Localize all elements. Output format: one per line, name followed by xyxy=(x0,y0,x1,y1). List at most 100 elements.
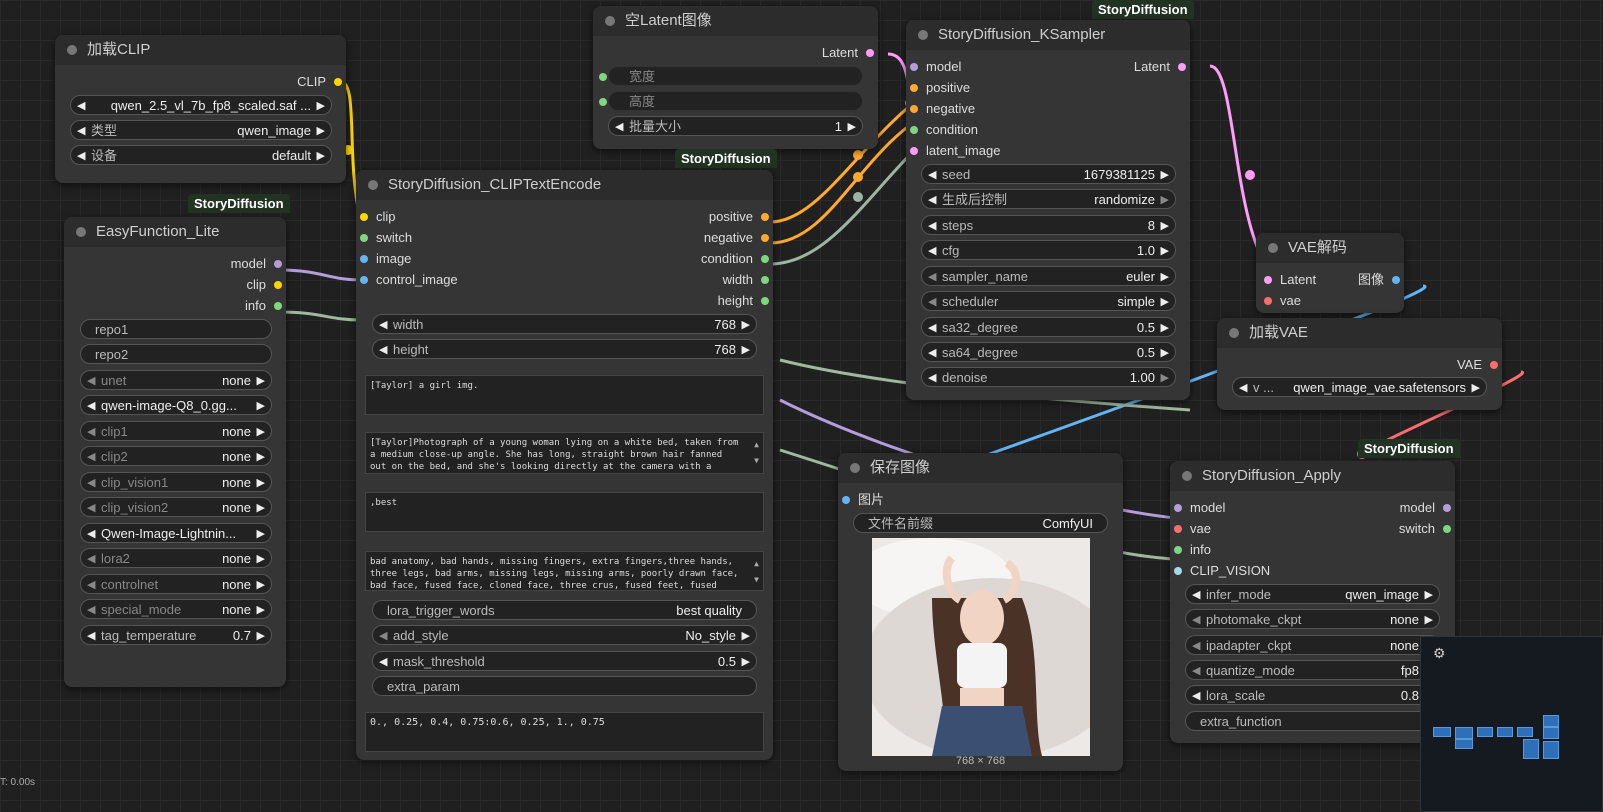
widget-lora2[interactable]: ◀ lora2 none ▶ xyxy=(80,548,272,568)
arrow-right-icon[interactable]: ▶ xyxy=(1425,585,1433,605)
input-positive[interactable]: positive xyxy=(906,79,970,97)
widget-photomake-ckpt[interactable]: ◀ photomake_ckpt none ▶ xyxy=(1185,609,1440,629)
node-save-image[interactable]: 保存图像 图片 文件名前缀 ComfyUI 768 × 768 xyxy=(838,453,1123,771)
node-title[interactable]: 空Latent图像 xyxy=(593,6,878,36)
widget-ipadapter-ckpt[interactable]: ◀ipadapter_ckptnone▶ xyxy=(1185,635,1440,655)
node-title[interactable]: EasyFunction_Lite xyxy=(64,217,286,247)
widget-lora-scale[interactable]: ◀lora_scale0.8▶ xyxy=(1185,685,1440,705)
node-apply[interactable]: StoryDiffusion_Apply model vae info CLIP… xyxy=(1170,461,1455,743)
output-clip[interactable]: clip xyxy=(166,276,286,294)
arrow-right-icon[interactable]: ▶ xyxy=(1161,165,1169,185)
socket-dot-icon[interactable] xyxy=(1174,567,1182,575)
widget-width[interactable]: ◀ width 768 ▶ xyxy=(372,314,757,334)
arrow-left-icon[interactable]: ◀ xyxy=(379,652,387,672)
arrow-left-icon[interactable]: ◀ xyxy=(928,343,936,363)
socket-dot-icon[interactable] xyxy=(360,234,368,242)
arrow-right-icon[interactable]: ▶ xyxy=(257,396,265,416)
widget-vae-name[interactable]: ◀ v ... qwen_image_vae.safetensors ▶ xyxy=(1232,377,1487,397)
node-vae-decode[interactable]: VAE解码 Latent vae 图像 xyxy=(1256,233,1404,313)
collapse-dot-icon[interactable] xyxy=(918,30,928,40)
output-positive[interactable]: positive xyxy=(633,208,773,226)
arrow-right-icon[interactable]: ▶ xyxy=(1161,368,1169,388)
arrow-right-icon[interactable]: ▶ xyxy=(1161,267,1169,287)
socket-dot-icon[interactable] xyxy=(761,276,769,284)
widget-type[interactable]: ◀ 类型 qwen_image ▶ xyxy=(70,120,332,140)
node-title[interactable]: StoryDiffusion_Apply xyxy=(1170,461,1455,491)
widget-control-after-generate[interactable]: ◀ 生成后控制 randomize ▶ xyxy=(921,189,1176,209)
widget-clip-vision2[interactable]: ◀ clip_vision2 none ▶ xyxy=(80,497,272,517)
widget-lora1[interactable]: ◀ Qwen-Image-Lightnin... ▶ xyxy=(80,523,272,543)
socket-dot-icon[interactable] xyxy=(1178,63,1186,71)
input-model[interactable]: model xyxy=(906,58,961,76)
arrow-right-icon[interactable]: ▶ xyxy=(742,626,750,646)
collapse-dot-icon[interactable] xyxy=(850,463,860,473)
widget-batch-size[interactable]: ◀ 批量大小 1 ▶ xyxy=(608,116,863,136)
arrow-left-icon[interactable]: ◀ xyxy=(87,371,95,391)
widget-extra-param[interactable]: extra_param xyxy=(372,676,757,696)
socket-dot-icon[interactable] xyxy=(910,147,918,155)
arrow-left-icon[interactable]: ◀ xyxy=(77,96,85,116)
widget-repo1[interactable]: repo1 xyxy=(80,319,272,339)
arrow-left-icon[interactable]: ◀ xyxy=(379,340,387,360)
collapse-dot-icon[interactable] xyxy=(1268,243,1278,253)
widget-add-style[interactable]: ◀ add_style No_style ▶ xyxy=(372,625,757,645)
collapse-dot-icon[interactable] xyxy=(368,180,378,190)
socket-dot-icon[interactable] xyxy=(360,213,368,221)
widget-unet-model[interactable]: ◀ qwen-image-Q8_0.gg... ▶ xyxy=(80,395,272,415)
widget-sa64-degree[interactable]: ◀ sa64_degree 0.5 ▶ xyxy=(921,342,1176,362)
arrow-right-icon[interactable]: ▶ xyxy=(257,575,265,595)
node-title[interactable]: StoryDiffusion_CLIPTextEncode xyxy=(356,170,773,200)
output-switch[interactable]: switch xyxy=(1335,520,1455,538)
widget-steps[interactable]: ◀ steps 8 ▶ xyxy=(921,215,1176,235)
socket-dot-icon[interactable] xyxy=(866,49,874,57)
arrow-left-icon[interactable]: ◀ xyxy=(87,626,95,646)
arrow-right-icon[interactable]: ▶ xyxy=(317,96,325,116)
arrow-right-icon[interactable]: ▶ xyxy=(1472,378,1480,398)
arrow-left-icon[interactable]: ◀ xyxy=(1239,378,1247,398)
arrow-left-icon[interactable]: ◀ xyxy=(87,549,95,569)
widget-unet[interactable]: ◀ unet none ▶ xyxy=(80,370,272,390)
arrow-left-icon[interactable]: ◀ xyxy=(1192,585,1200,605)
widget-clip1[interactable]: ◀ clip1 none ▶ xyxy=(80,421,272,441)
widget-quantize-mode[interactable]: ◀quantize_modefp8▶ xyxy=(1185,660,1440,680)
socket-dot-icon[interactable] xyxy=(761,213,769,221)
collapse-dot-icon[interactable] xyxy=(605,16,615,26)
sliders-icon[interactable]: ⚙ xyxy=(1433,645,1446,662)
input-image[interactable]: image xyxy=(356,250,411,268)
arrow-left-icon[interactable]: ◀ xyxy=(928,216,936,236)
widget-clip2[interactable]: ◀ clip2 none ▶ xyxy=(80,446,272,466)
socket-dot-icon[interactable] xyxy=(334,78,342,86)
arrow-left-icon[interactable]: ◀ xyxy=(1192,661,1200,681)
socket-dot-icon[interactable] xyxy=(1443,525,1451,533)
widget-clip-name[interactable]: ◀ qwen_2.5_vl_7b_fp8_scaled.saf ... ▶ xyxy=(70,95,332,115)
arrow-right-icon[interactable]: ▶ xyxy=(257,447,265,467)
arrow-left-icon[interactable]: ◀ xyxy=(87,498,95,518)
node-ksampler[interactable]: StoryDiffusion_KSampler model positive n… xyxy=(906,20,1190,400)
socket-dot-icon[interactable] xyxy=(360,276,368,284)
output-info[interactable]: info xyxy=(166,297,286,315)
socket-dot-icon[interactable] xyxy=(1264,276,1272,284)
arrow-left-icon[interactable]: ◀ xyxy=(928,318,936,338)
socket-dot-icon[interactable] xyxy=(842,496,850,504)
socket-dot-icon[interactable] xyxy=(910,63,918,71)
arrow-right-icon[interactable]: ▶ xyxy=(1161,190,1169,210)
arrow-left-icon[interactable]: ◀ xyxy=(928,368,936,388)
widget-seed[interactable]: ◀ seed 1679381125 ▶ xyxy=(921,164,1176,184)
input-clip-vision[interactable]: CLIP_VISION xyxy=(1170,562,1270,580)
arrow-right-icon[interactable]: ▶ xyxy=(1161,292,1169,312)
output-clip[interactable]: CLIP xyxy=(206,73,346,91)
socket-dot-icon[interactable] xyxy=(910,126,918,134)
widget-width[interactable]: 宽度 xyxy=(599,66,863,86)
arrow-left-icon[interactable]: ◀ xyxy=(379,315,387,335)
arrow-right-icon[interactable]: ▶ xyxy=(317,146,325,166)
arrow-left-icon[interactable]: ◀ xyxy=(1192,636,1200,656)
arrow-right-icon[interactable]: ▶ xyxy=(257,600,265,620)
textarea-extra-values[interactable]: 0., 0.25, 0.4, 0.75:0.6, 0.25, 1., 0.75 xyxy=(365,712,764,752)
widget-mask-threshold[interactable]: ◀ mask_threshold 0.5 ▶ xyxy=(372,651,757,671)
input-control-image[interactable]: control_image xyxy=(356,271,458,289)
arrow-left-icon[interactable]: ◀ xyxy=(87,524,95,544)
arrow-left-icon[interactable]: ◀ xyxy=(928,165,936,185)
socket-dot-icon[interactable] xyxy=(1392,276,1400,284)
widget-lora-trigger-words[interactable]: lora_trigger_words best quality xyxy=(372,600,757,620)
node-title[interactable]: 加载CLIP xyxy=(55,35,346,65)
